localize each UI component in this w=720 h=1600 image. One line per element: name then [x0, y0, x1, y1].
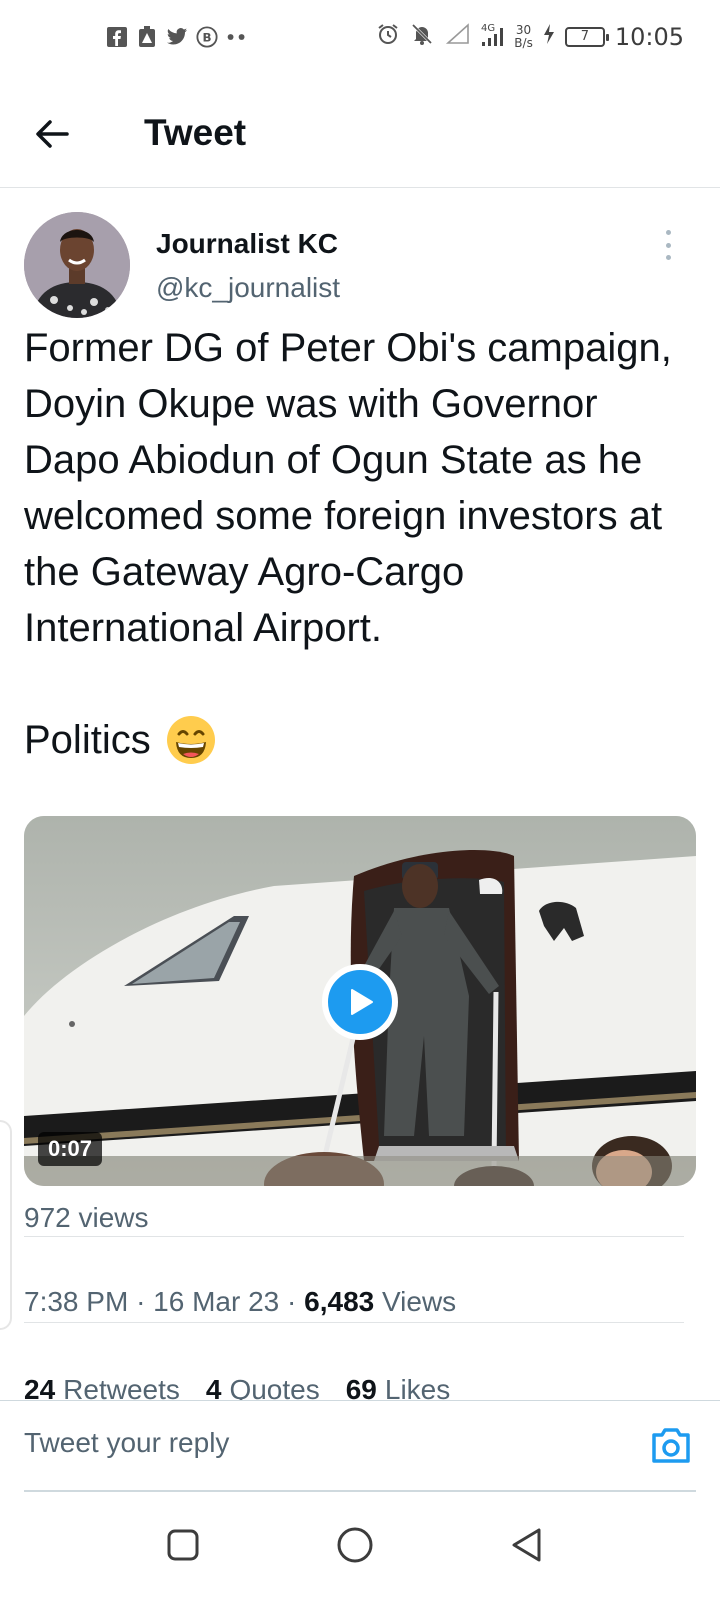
system-navigation-bar — [0, 1492, 720, 1600]
page-title: Tweet — [144, 112, 247, 153]
mute-icon — [410, 22, 434, 51]
notification-icons: B — [106, 26, 248, 48]
edge-panel-handle[interactable] — [0, 1120, 12, 1330]
more-dot — [665, 255, 671, 260]
battery-icon: 7 — [564, 26, 609, 47]
charging-icon — [543, 23, 555, 50]
tweet-date: 16 Mar 23 — [153, 1286, 280, 1317]
more-notifications-icon — [226, 26, 248, 48]
tweet-meta: 7:38 PM · 16 Mar 23 · 6,483 Views — [24, 1286, 456, 1318]
video-duration: 0:07 — [38, 1132, 103, 1166]
status-bar: B 4G 30 B/s 7 10:05 — [0, 0, 720, 80]
back-nav-button[interactable] — [504, 1522, 550, 1568]
view-count: 6,483 — [304, 1286, 375, 1317]
author-handle[interactable]: @kc_journalist — [156, 272, 340, 304]
network-type: 4G — [481, 23, 495, 34]
more-dot — [665, 242, 671, 248]
grinning-face-icon — [166, 716, 215, 764]
net-speed: 30 B/s — [514, 22, 533, 50]
more-options-button[interactable] — [656, 230, 680, 260]
camera-button[interactable] — [650, 1427, 692, 1465]
tweet-time: 7:38 PM — [24, 1286, 129, 1317]
tweet-text-line: Politics — [24, 712, 217, 768]
play-icon — [351, 989, 373, 1015]
net-speed-unit: B/s — [514, 35, 533, 50]
network-indicator: 4G — [480, 22, 504, 51]
recent-apps-button[interactable] — [160, 1522, 206, 1568]
play-button[interactable] — [322, 964, 398, 1040]
reply-bar: Tweet your reply — [0, 1400, 720, 1492]
tweet-text: Former DG of Peter Obi's campaign, Doyin… — [24, 326, 672, 650]
author-display-name[interactable]: Journalist KC — [156, 228, 338, 260]
camera-icon — [652, 1428, 690, 1463]
tweet-video[interactable]: 0:07 — [24, 816, 696, 1186]
more-dot — [665, 230, 671, 235]
avatar[interactable] — [24, 212, 130, 318]
divider — [24, 1322, 684, 1323]
tweet-text-politics: Politics — [24, 718, 151, 762]
svg-text:B: B — [202, 31, 211, 45]
meta-separator: · — [136, 1286, 146, 1317]
meta-separator: · — [287, 1286, 297, 1317]
views-label: Views — [382, 1286, 457, 1317]
top-app-bar: Tweet — [0, 80, 720, 188]
home-button[interactable] — [332, 1522, 378, 1568]
back-button[interactable] — [30, 112, 74, 156]
back-triangle-icon — [512, 1528, 541, 1562]
facebook-icon — [106, 26, 128, 48]
signal-icon — [444, 23, 470, 50]
home-circle-icon — [337, 1527, 373, 1563]
system-indicators: 4G 30 B/s 7 10:05 — [376, 22, 684, 51]
arrow-left-icon — [36, 120, 69, 148]
recent-apps-icon — [167, 1529, 199, 1561]
twitter-icon — [166, 26, 188, 48]
video-views: 972 views — [24, 1202, 149, 1233]
alert-app-icon — [136, 26, 158, 48]
reply-input[interactable]: Tweet your reply — [24, 1427, 229, 1459]
net-speed-value: 30 — [515, 22, 532, 37]
b-circle-icon: B — [196, 26, 218, 48]
alarm-icon — [376, 22, 400, 51]
clock: 10:05 — [614, 22, 684, 51]
divider — [24, 1236, 684, 1237]
